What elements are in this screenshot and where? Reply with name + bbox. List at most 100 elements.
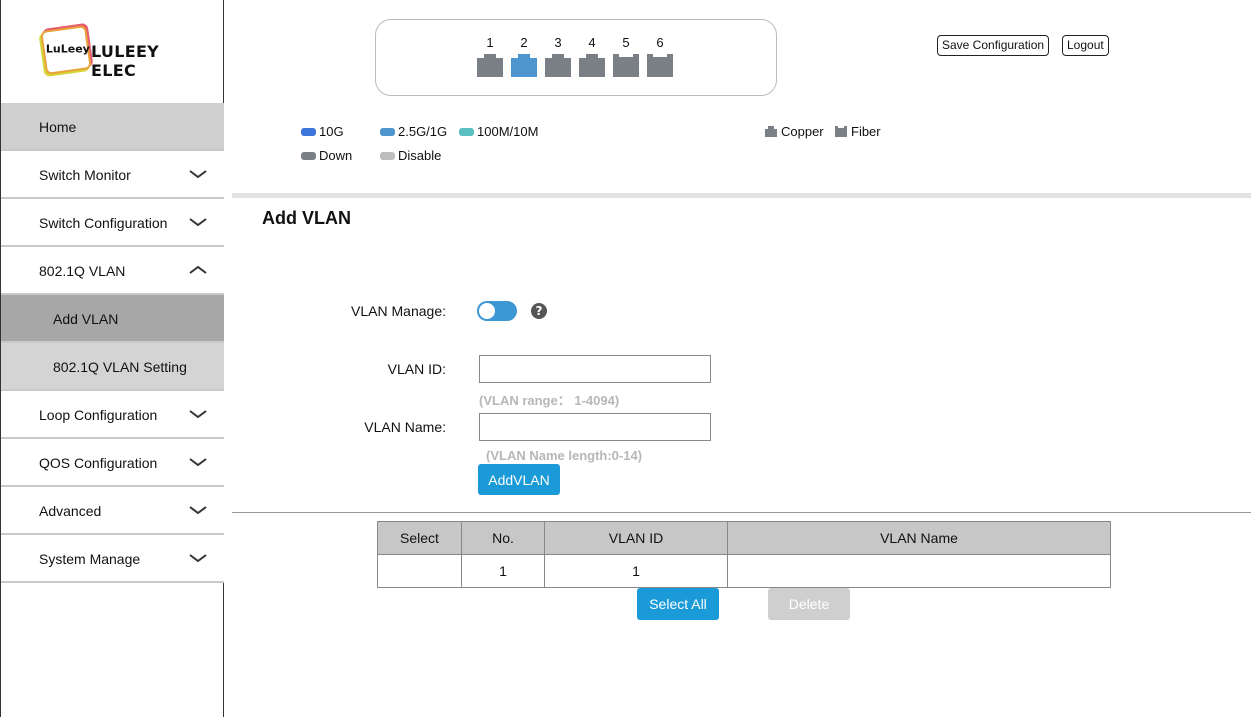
port-status-panel: 1 2 3 4 5 6 [375, 19, 777, 96]
port-number: 4 [588, 35, 596, 50]
logo: LuLeey LULEEY ELEC [39, 25, 199, 80]
logo-badge: LuLeey [40, 25, 92, 75]
toggle-knob [479, 303, 495, 319]
vlan-table: Select No. VLAN ID VLAN Name 1 1 [377, 521, 1111, 588]
legend-2-5g: 2.5G/1G [380, 124, 447, 139]
sidebar-item-8021q-vlan[interactable]: 802.1Q VLAN [1, 247, 224, 295]
legend-swatch [301, 127, 316, 136]
cell-vlan-id: 1 [544, 554, 728, 588]
fiber-port-icon [835, 126, 847, 137]
add-vlan-button[interactable]: AddVLAN [478, 464, 560, 495]
cell-vlan-name [727, 554, 1111, 588]
copper-port-icon [765, 126, 777, 137]
legend-label: Down [319, 148, 353, 163]
table-header-row: Select No. VLAN ID VLAN Name [377, 521, 1111, 555]
sidebar-item-label: 802.1Q VLAN [39, 263, 126, 279]
chevron-down-icon [189, 506, 207, 515]
port-number: 2 [520, 35, 528, 50]
vlan-name-label: VLAN Name: [364, 419, 446, 435]
cell-no: 1 [461, 554, 545, 588]
vlan-id-input[interactable] [479, 355, 711, 383]
chevron-down-icon [189, 170, 207, 179]
help-icon[interactable]: ? [531, 303, 547, 319]
copper-port-icon [511, 54, 537, 77]
legend-swatch [301, 151, 316, 160]
port-5[interactable]: 5 [611, 34, 641, 77]
legend-down: Down [301, 148, 352, 163]
section-divider [232, 512, 1251, 513]
logout-button[interactable]: Logout [1062, 35, 1109, 56]
fiber-port-icon [647, 54, 673, 77]
column-header-no: No. [461, 521, 545, 555]
sidebar-item-8021q-vlan-setting[interactable]: 802.1Q VLAN Setting [1, 343, 224, 391]
port-number: 6 [656, 35, 664, 50]
legend-10g: 10G [301, 124, 344, 139]
legend-swatch [380, 151, 395, 160]
sidebar-item-label: Advanced [39, 503, 102, 519]
chevron-down-icon [189, 458, 207, 467]
sidebar-item-system-manage[interactable]: System Manage [1, 535, 224, 583]
legend-label: Copper [781, 124, 824, 139]
sidebar-item-loop-configuration[interactable]: Loop Configuration [1, 391, 224, 439]
copper-port-icon [579, 54, 605, 77]
legend-swatch [380, 127, 395, 136]
delete-button[interactable]: Delete [768, 588, 850, 620]
legend-label: Fiber [851, 124, 881, 139]
legend-100m: 100M/10M [459, 124, 538, 139]
legend-disable: Disable [380, 148, 441, 163]
port-number: 5 [622, 35, 630, 50]
vlan-name-hint: (VLAN Name length:0-14) [486, 448, 643, 463]
section-divider [232, 193, 1251, 198]
legend-swatch [459, 127, 474, 136]
column-header-vlan-name: VLAN Name [727, 521, 1111, 555]
vlan-manage-label: VLAN Manage: [351, 303, 446, 319]
port-6[interactable]: 6 [645, 34, 675, 77]
page-title: Add VLAN [262, 208, 351, 228]
port-4[interactable]: 4 [577, 34, 607, 77]
sidebar-item-label: Loop Configuration [39, 407, 158, 423]
vlan-id-hint: (VLAN range： 1-4094) [479, 393, 620, 408]
sidebar-item-label: Add VLAN [53, 311, 119, 327]
sidebar-item-label: QOS Configuration [39, 455, 158, 471]
chevron-down-icon [189, 218, 207, 227]
port-number: 3 [554, 35, 562, 50]
port-3[interactable]: 3 [543, 34, 573, 77]
chevron-down-icon [189, 554, 207, 563]
sidebar-item-home[interactable]: Home [1, 103, 224, 151]
port-1[interactable]: 1 [475, 34, 505, 77]
sidebar-item-add-vlan[interactable]: Add VLAN [1, 295, 224, 343]
sidebar-item-switch-configuration[interactable]: Switch Configuration [1, 199, 224, 247]
cell-select[interactable] [377, 554, 462, 588]
sidebar-item-advanced[interactable]: Advanced [1, 487, 224, 535]
column-header-select: Select [377, 521, 462, 555]
logo-badge-text: LuLeey [45, 42, 90, 56]
select-all-button[interactable]: Select All [637, 588, 719, 620]
vlan-name-input[interactable] [479, 413, 711, 441]
vlan-id-label: VLAN ID: [387, 361, 446, 377]
legend-label: 10G [319, 124, 344, 139]
column-header-vlan-id: VLAN ID [544, 521, 728, 555]
legend-label: 100M/10M [477, 124, 539, 139]
save-configuration-button[interactable]: Save Configuration [937, 35, 1050, 56]
port-number: 1 [486, 35, 494, 50]
legend-label: Disable [398, 148, 442, 163]
fiber-port-icon [613, 54, 639, 77]
legend-label: 2.5G/1G [398, 124, 448, 139]
legend-copper: Copper [765, 124, 824, 139]
sidebar-item-label: Home [39, 119, 77, 135]
copper-port-icon [545, 54, 571, 77]
sidebar: LuLeey LULEEY ELEC Home Switch Monitor S… [0, 0, 224, 717]
sidebar-item-switch-monitor[interactable]: Switch Monitor [1, 151, 224, 199]
vlan-manage-toggle[interactable] [477, 301, 517, 321]
sidebar-item-label: System Manage [39, 551, 141, 567]
table-row[interactable]: 1 1 [377, 554, 1111, 588]
sidebar-item-qos-configuration[interactable]: QOS Configuration [1, 439, 224, 487]
legend-fiber: Fiber [835, 124, 881, 139]
chevron-down-icon [189, 410, 207, 419]
port-2[interactable]: 2 [509, 34, 539, 77]
sidebar-item-label: Switch Monitor [39, 167, 131, 183]
chevron-up-icon [189, 265, 207, 274]
brand-name: LULEEY ELEC [91, 42, 160, 80]
copper-port-icon [477, 54, 503, 77]
sidebar-item-label: Switch Configuration [39, 215, 168, 231]
